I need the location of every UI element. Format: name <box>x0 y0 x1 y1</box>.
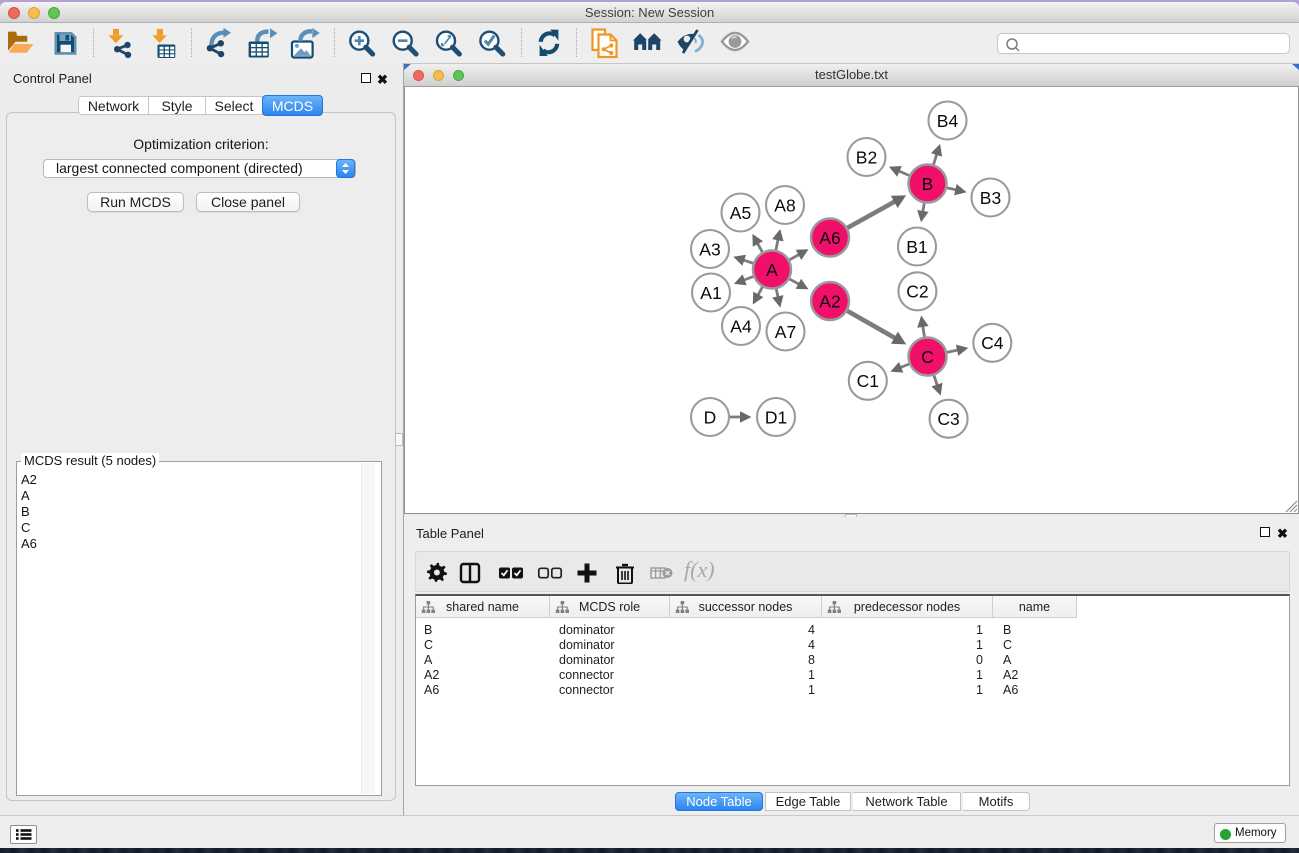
svg-text:B1: B1 <box>906 237 927 257</box>
svg-text:A1: A1 <box>700 283 721 303</box>
svg-text:A5: A5 <box>730 203 751 223</box>
svg-text:B4: B4 <box>937 111 959 131</box>
svg-text:A: A <box>766 260 778 280</box>
svg-text:B: B <box>922 174 934 194</box>
svg-text:A8: A8 <box>774 195 795 215</box>
svg-text:A7: A7 <box>775 322 796 342</box>
svg-text:A4: A4 <box>730 316 752 336</box>
svg-text:C2: C2 <box>906 282 928 302</box>
svg-text:A2: A2 <box>819 291 840 311</box>
svg-text:C4: C4 <box>981 333 1004 353</box>
svg-text:C1: C1 <box>857 371 879 391</box>
svg-text:D: D <box>704 407 717 427</box>
svg-text:B3: B3 <box>980 188 1001 208</box>
svg-text:C3: C3 <box>937 409 959 429</box>
svg-text:D1: D1 <box>765 407 787 427</box>
svg-text:A3: A3 <box>699 239 720 259</box>
svg-text:C: C <box>921 347 934 367</box>
svg-text:A6: A6 <box>819 228 840 248</box>
svg-text:B2: B2 <box>856 147 877 167</box>
